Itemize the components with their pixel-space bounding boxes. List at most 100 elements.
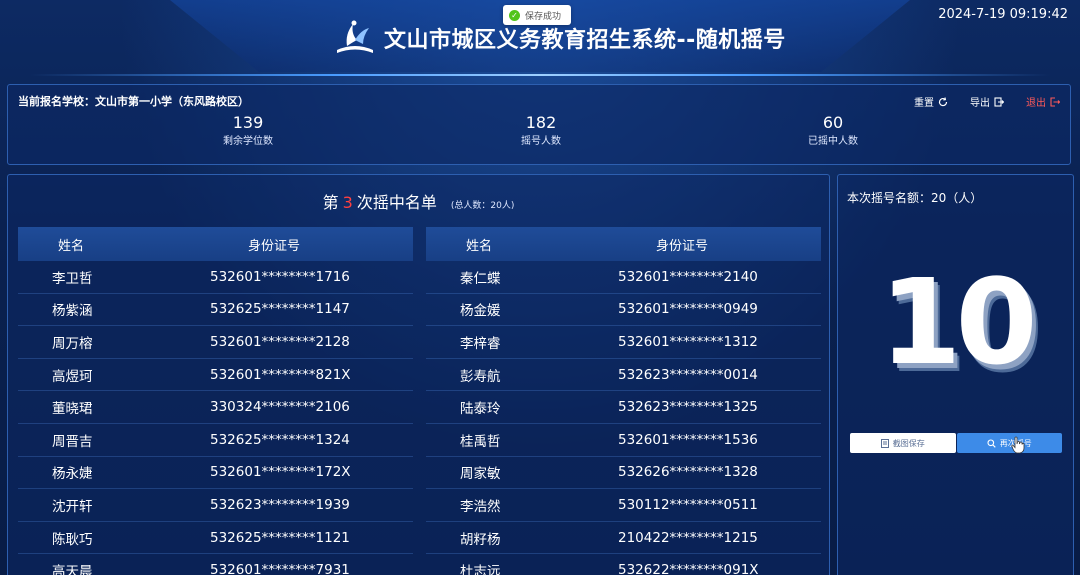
hand-cursor-icon xyxy=(1011,436,1025,454)
student-id-number: 532601********1716 xyxy=(210,268,350,285)
table-row: 周晋吉 532625********1324 xyxy=(18,424,413,457)
student-id-number: 532601********1312 xyxy=(618,333,758,350)
student-id-number: 532601********2128 xyxy=(210,333,350,350)
stat-value: 182 xyxy=(525,113,557,132)
title-prefix: 第 xyxy=(322,193,339,212)
reset-button[interactable]: 重置 xyxy=(914,94,948,109)
student-name: 周晋吉 xyxy=(52,433,93,450)
table-row: 杨紫涵 532625********1147 xyxy=(18,294,413,327)
student-name: 杨永婕 xyxy=(52,466,93,483)
table-row: 秦仁蝶 532601********2140 xyxy=(426,261,821,294)
table-row: 周万榕 532601********2128 xyxy=(18,326,413,359)
winners-table-left: 姓名 身份证号 李卫哲 532601********1716 杨紫涵 532625**… xyxy=(18,227,413,575)
export-icon xyxy=(994,96,1004,107)
current-school-label: 当前报名学校：文山市第一小学（东风路校区） xyxy=(18,95,249,108)
table-header: 姓名 身份证号 xyxy=(426,227,821,261)
column-id-header: 身份证号 xyxy=(656,238,709,254)
table-row: 李浩然 530112********0511 xyxy=(426,489,821,522)
student-name: 杨紫涵 xyxy=(52,303,93,320)
student-name: 胡籽杨 xyxy=(460,531,501,548)
search-icon xyxy=(987,438,996,448)
stat-label: 摇号人数 xyxy=(521,136,561,147)
table-row: 李梓睿 532601********1312 xyxy=(426,326,821,359)
student-name: 周家敏 xyxy=(460,466,501,483)
student-id-number: 532601********172X xyxy=(210,464,351,481)
student-name: 陆泰玲 xyxy=(460,401,501,418)
student-id-number: 532625********1147 xyxy=(210,301,350,318)
table-header: 姓名 身份证号 xyxy=(18,227,413,261)
stats-panel: 当前报名学校：文山市第一小学（东风路校区） 重置 导出 退出 139 剩余学位数… xyxy=(7,84,1071,165)
total-count: (总人数：20人) xyxy=(450,201,515,211)
table-row: 杜志远 532622********091X xyxy=(426,554,821,575)
table-row: 杨金媛 532601********0949 xyxy=(426,294,821,327)
table-body: 李卫哲 532601********1716 杨紫涵 532625********11… xyxy=(18,261,413,575)
student-name: 李卫哲 xyxy=(52,270,93,287)
column-name-header: 姓名 xyxy=(58,238,85,254)
export-button[interactable]: 导出 xyxy=(970,94,1004,109)
student-name: 彭寿航 xyxy=(460,368,501,385)
student-id-number: 532623********1325 xyxy=(618,399,758,416)
table-row: 李卫哲 532601********1716 xyxy=(18,261,413,294)
student-name: 李浩然 xyxy=(460,498,501,515)
document-icon xyxy=(880,438,889,448)
student-id-number: 530112********0511 xyxy=(618,496,758,513)
student-name: 董晓珺 xyxy=(52,401,93,418)
success-toast: ✓ 保存成功 xyxy=(503,5,572,25)
column-name-header: 姓名 xyxy=(466,238,493,254)
logout-button[interactable]: 退出 xyxy=(1026,94,1060,109)
title-suffix: 次摇中名单 xyxy=(356,193,437,212)
check-icon: ✓ xyxy=(509,9,520,21)
app-title: 文山市城区义务教育招生系统--随机摇号 xyxy=(384,28,786,53)
student-id-number: 532623********0014 xyxy=(618,366,758,383)
table-row: 周家敏 532626********1328 xyxy=(426,457,821,490)
student-name: 高天晨 xyxy=(52,564,93,575)
student-id-number: 532623********1939 xyxy=(210,496,350,513)
round-number: 3 xyxy=(342,193,353,212)
student-id-number: 532601********2140 xyxy=(618,268,758,285)
stat-remaining-seats: 139 剩余学位数 xyxy=(178,113,318,151)
table-row: 彭寿航 532623********0014 xyxy=(426,359,821,392)
app-header: 文山市城区义务教育招生系统--随机摇号 2024-7-19 09:19:42 ✓… xyxy=(0,0,1080,82)
redraw-button[interactable]: 再次摇号 xyxy=(956,433,1062,453)
stat-label: 已摇中人数 xyxy=(808,136,858,147)
student-id-number: 532622********091X xyxy=(618,562,759,575)
table-row: 桂禹哲 532601********1536 xyxy=(426,424,821,457)
reset-label: 重置 xyxy=(914,98,934,109)
table-row: 高天晨 532601********7931 xyxy=(18,554,413,575)
student-name: 秦仁蝶 xyxy=(460,270,501,287)
logout-icon xyxy=(1050,96,1060,107)
student-name: 高煜珂 xyxy=(52,368,93,385)
student-name: 杜志远 xyxy=(460,564,501,575)
save-label: 截图保存 xyxy=(892,438,925,448)
student-id-number: 532601********1536 xyxy=(618,431,758,448)
table-row: 高煜珂 532601********821X xyxy=(18,359,413,392)
export-label: 导出 xyxy=(970,98,990,109)
datetime: 2024-7-19 09:19:42 xyxy=(938,7,1068,22)
table-row: 陈耿巧 532625********1121 xyxy=(18,522,413,555)
column-id-header: 身份证号 xyxy=(248,238,301,254)
current-draw-number: 10 xyxy=(879,253,1037,391)
table-row: 杨永婕 532601********172X xyxy=(18,457,413,490)
header-divider xyxy=(30,74,1050,76)
student-id-number: 532601********7931 xyxy=(210,562,350,575)
toast-text: 保存成功 xyxy=(525,11,562,22)
draw-button-row: 截图保存 再次摇号 xyxy=(850,433,1062,453)
stat-applicants: 182 摇号人数 xyxy=(471,113,611,151)
table-row: 陆泰玲 532623********1325 xyxy=(426,391,821,424)
book-logo-icon xyxy=(337,20,373,53)
student-name: 沈开轩 xyxy=(52,498,93,515)
winners-panel: 第 3 次摇中名单 (总人数：20人) 姓名 身份证号 李卫哲 532601******… xyxy=(7,174,830,575)
student-id-number: 330324********2106 xyxy=(210,399,350,416)
student-name: 桂禹哲 xyxy=(460,433,501,450)
table-row: 胡籽杨 210422********1215 xyxy=(426,522,821,555)
stat-selected: 60 已摇中人数 xyxy=(763,113,903,151)
table-row: 董晓珺 330324********2106 xyxy=(18,391,413,424)
student-id-number: 210422********1215 xyxy=(618,529,758,546)
student-id-number: 532625********1121 xyxy=(210,529,350,546)
student-id-number: 532601********0949 xyxy=(618,301,758,318)
student-name: 杨金媛 xyxy=(460,303,501,320)
student-name: 李梓睿 xyxy=(460,335,501,352)
student-name: 周万榕 xyxy=(52,335,93,352)
screenshot-save-button[interactable]: 截图保存 xyxy=(850,433,956,453)
logout-label: 退出 xyxy=(1026,98,1046,109)
